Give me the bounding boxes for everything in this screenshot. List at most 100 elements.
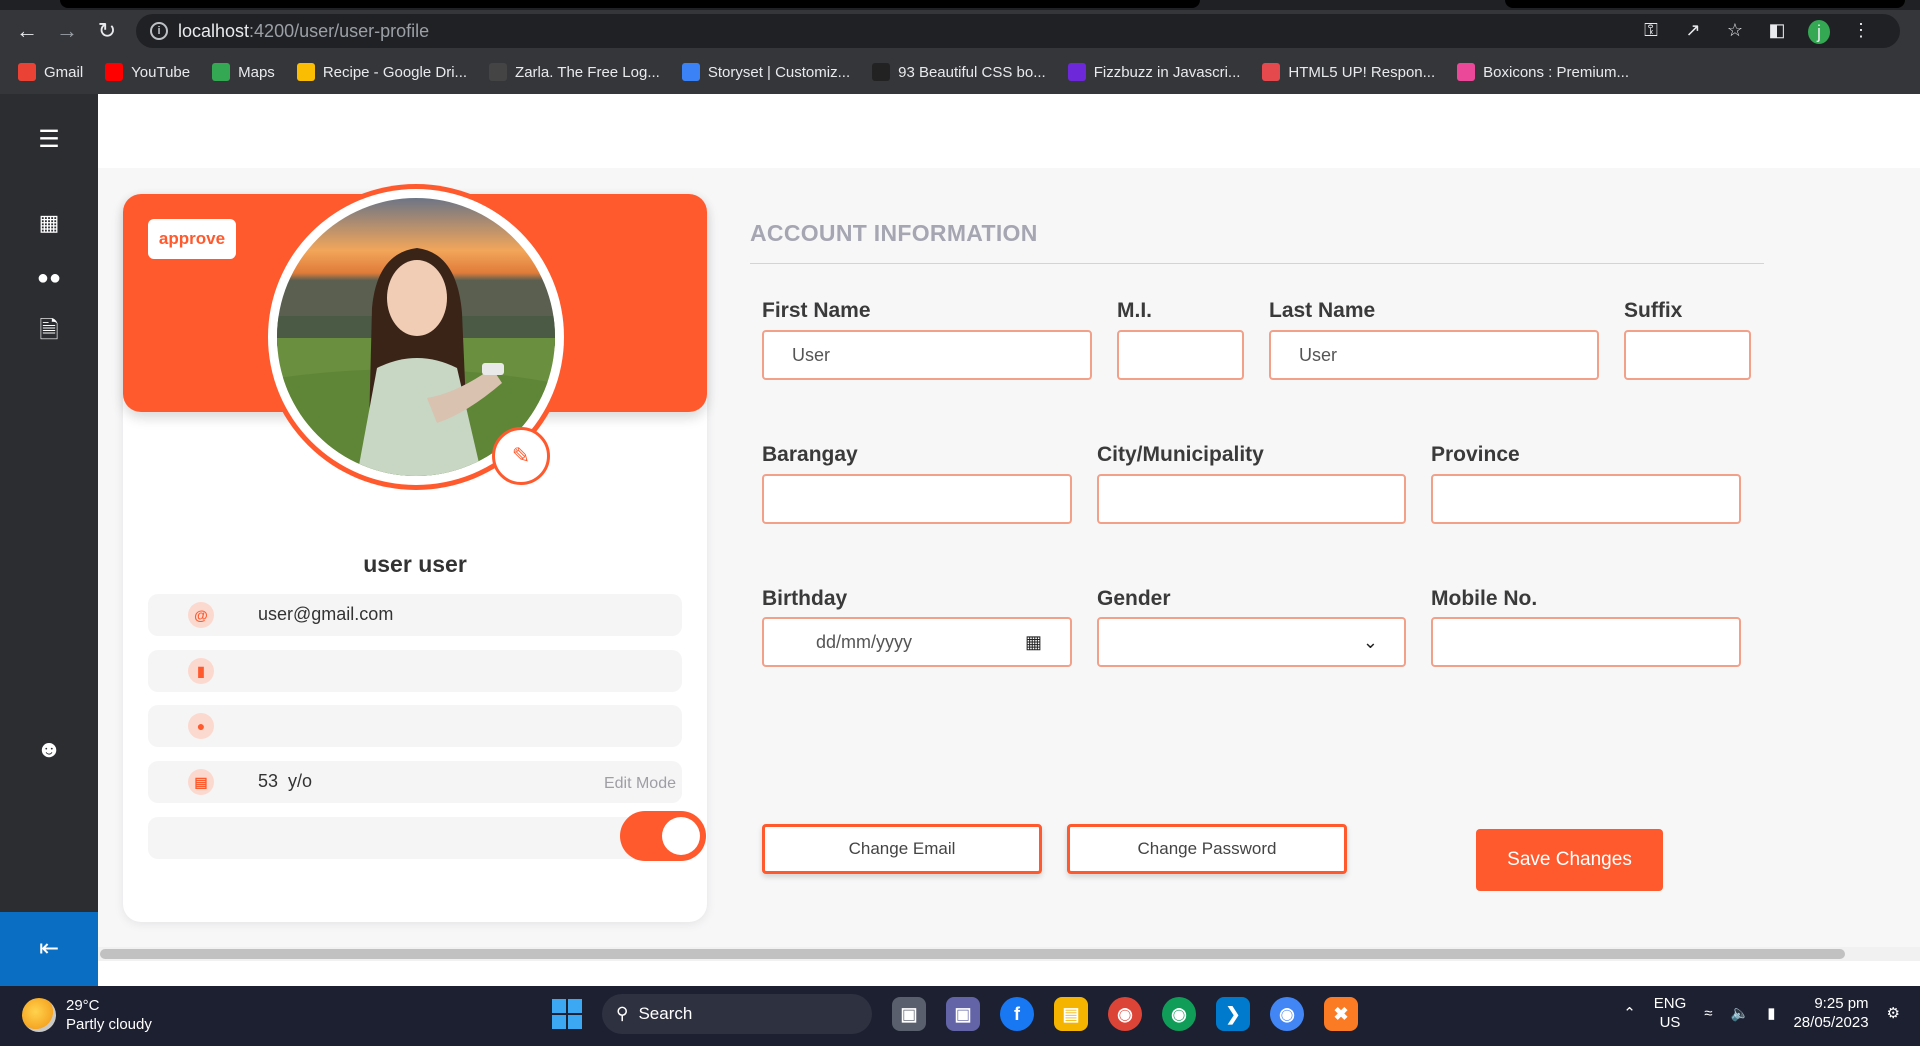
windows-taskbar: 29°C Partly cloudy ⚲ Search ▣ ▣ f ▤ ◉ ◉ …	[0, 986, 1920, 1046]
css-icon	[872, 63, 891, 81]
edit-mode-toggle[interactable]	[620, 811, 706, 861]
volume-icon[interactable]: 🔈	[1731, 1004, 1750, 1022]
boxicons-icon	[1457, 63, 1476, 81]
more-menu-icon[interactable]: ⋮	[1850, 20, 1872, 44]
users-icon[interactable]: ●●	[34, 263, 64, 293]
menu-icon[interactable]: ☰	[34, 125, 64, 155]
calendar-picker-icon[interactable]: ▦	[1025, 619, 1042, 665]
facebook-icon[interactable]: f	[1000, 997, 1034, 1031]
side-panel-icon[interactable]: ◧	[1766, 20, 1788, 44]
change-password-button[interactable]: Change Password	[1067, 824, 1347, 874]
edit-icon: ✎	[511, 443, 531, 468]
bookmark-maps[interactable]: Maps	[212, 63, 275, 81]
chrome-profile-icon[interactable]: ◉	[1162, 997, 1196, 1031]
mi-field[interactable]	[1117, 330, 1244, 380]
bookmark-youtube[interactable]: YouTube	[105, 63, 190, 81]
chevron-up-icon[interactable]: ⌃	[1623, 1004, 1636, 1022]
maps-icon	[212, 63, 231, 81]
bookmark-css-boxes[interactable]: 93 Beautiful CSS bo...	[872, 63, 1046, 81]
taskbar-search[interactable]: ⚲ Search	[602, 994, 872, 1034]
share-icon[interactable]: ↗	[1682, 20, 1704, 44]
logout-button[interactable]: ⇤	[0, 912, 98, 986]
profile-avatar[interactable]: j	[1808, 20, 1830, 44]
key-icon[interactable]: ⚿	[1640, 20, 1662, 44]
first-name-label: First Name	[762, 299, 871, 322]
wifi-icon[interactable]: ≈	[1704, 1005, 1712, 1022]
vscode-icon[interactable]: ❯	[1216, 997, 1250, 1031]
first-name-field[interactable]: User	[762, 330, 1092, 380]
birthday-field[interactable]: dd/mm/yyyy ▦	[762, 617, 1072, 667]
document-check-icon[interactable]: 🗎	[34, 316, 64, 346]
reload-icon[interactable]: ↻	[92, 16, 122, 46]
clock[interactable]: 9:25 pm 28/05/2023	[1793, 994, 1868, 1032]
clock-date: 28/05/2023	[1793, 1014, 1869, 1031]
edit-mode-row	[148, 811, 706, 861]
url-text[interactable]: localhost:4200/user/user-profile	[178, 21, 429, 42]
user-icon[interactable]: ☻	[34, 735, 64, 765]
edit-photo-button[interactable]: ✎	[492, 427, 550, 485]
chrome-icon[interactable]: ◉	[1108, 997, 1142, 1031]
province-field[interactable]	[1431, 474, 1741, 524]
province-label: Province	[1431, 443, 1520, 466]
change-email-button[interactable]: Change Email	[762, 824, 1042, 874]
tab[interactable]	[1505, 0, 1905, 8]
notification-icon[interactable]: ⚙	[1887, 1004, 1900, 1022]
weather-widget[interactable]: 29°C Partly cloudy	[22, 996, 152, 1034]
file-explorer-icon[interactable]: ▤	[1054, 997, 1088, 1031]
windows-start-icon[interactable]	[552, 999, 582, 1029]
horizontal-scrollbar[interactable]	[98, 947, 1920, 961]
active-tab[interactable]	[60, 0, 1200, 8]
browser-toolbar: ← → ↻ i localhost:4200/user/user-profile…	[0, 12, 1920, 50]
language-indicator[interactable]: ENG US	[1654, 994, 1687, 1032]
barangay-label: Barangay	[762, 443, 858, 466]
language-bottom: US	[1659, 1014, 1681, 1031]
forward-icon[interactable]: →	[52, 16, 82, 46]
last-name-field[interactable]: User	[1269, 330, 1599, 380]
site-info-icon[interactable]: i	[150, 22, 168, 40]
suffix-field[interactable]	[1624, 330, 1751, 380]
phone-icon: ▮	[188, 658, 214, 684]
youtube-icon	[105, 63, 124, 81]
bookmark-storyset[interactable]: Storyset | Customiz...	[681, 63, 851, 81]
mobile-label: Mobile No.	[1431, 587, 1538, 610]
side-navigation: ☰ ▦ ●● 🗎 ☻ ⇤	[0, 94, 98, 986]
birthday-placeholder: dd/mm/yyyy	[816, 632, 913, 652]
star-icon[interactable]: ☆	[1724, 20, 1746, 44]
page-bottom	[98, 961, 1920, 986]
bookmark-zarla[interactable]: Zarla. The Free Log...	[489, 63, 660, 81]
bookmark-label: Zarla. The Free Log...	[515, 63, 660, 81]
bookmark-html5up[interactable]: HTML5 UP! Respon...	[1262, 63, 1435, 81]
gender-select[interactable]: ⌄	[1097, 617, 1406, 667]
bookmark-boxicons[interactable]: Boxicons : Premium...	[1457, 63, 1629, 81]
task-view-icon[interactable]: ▣	[892, 997, 926, 1031]
mobile-field[interactable]	[1431, 617, 1741, 667]
search-label: Search	[638, 1004, 693, 1023]
zarla-icon	[489, 63, 508, 81]
edit-mode-label: Edit Mode	[603, 775, 676, 792]
bookmark-recipe[interactable]: Recipe - Google Dri...	[296, 63, 467, 81]
teams-icon[interactable]: ▣	[946, 997, 980, 1031]
partly-cloudy-icon	[22, 998, 56, 1032]
bookmark-fizzbuzz[interactable]: Fizzbuzz in Javascri...	[1067, 63, 1241, 81]
save-changes-button[interactable]: Save Changes	[1476, 829, 1663, 891]
city-field[interactable]	[1097, 474, 1406, 524]
battery-icon[interactable]: ▮	[1767, 1004, 1775, 1022]
bookmark-label: Storyset | Customiz...	[707, 63, 851, 81]
back-icon[interactable]: ←	[12, 16, 42, 46]
chrome-active-icon[interactable]: ◉	[1270, 997, 1304, 1031]
fizzbuzz-icon	[1067, 63, 1086, 81]
scrollbar-thumb[interactable]	[100, 949, 1845, 959]
bookmark-gmail[interactable]: Gmail	[18, 63, 83, 81]
address-bar[interactable]: i localhost:4200/user/user-profile ⚿ ↗ ☆…	[136, 14, 1900, 48]
city-label: City/Municipality	[1097, 443, 1264, 466]
bookmark-label: Fizzbuzz in Javascri...	[1093, 63, 1241, 81]
suffix-label: Suffix	[1624, 299, 1683, 322]
gender-label: Gender	[1097, 587, 1171, 610]
dashboard-icon[interactable]: ▦	[34, 208, 64, 238]
age-number: 53	[258, 771, 279, 791]
barangay-field[interactable]	[762, 474, 1072, 524]
status-badge: approve	[148, 219, 236, 259]
calendar-icon: ▤	[188, 769, 214, 795]
email-row: @ user@gmail.com	[148, 594, 682, 636]
xampp-icon[interactable]: ✖	[1324, 997, 1358, 1031]
